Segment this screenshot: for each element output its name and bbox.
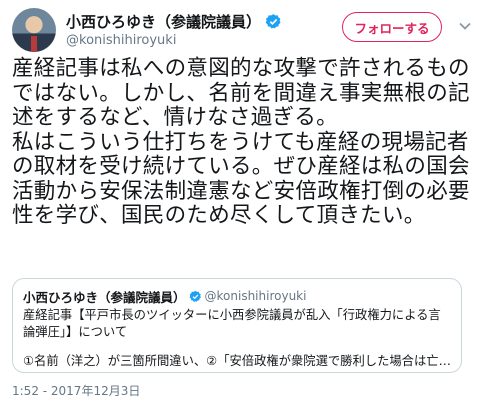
avatar[interactable]: [12, 8, 56, 52]
chevron-down-icon[interactable]: [458, 19, 472, 33]
quoted-tweet-continuation: ①名前（洋之）が三箇所間違い、②「安倍政権が衆院選で勝利した場合は亡命す…: [23, 354, 451, 368]
author-handle[interactable]: @konishihiroyuki: [66, 33, 176, 48]
verified-badge-icon: [265, 13, 281, 29]
tweet-timestamp[interactable]: 1:52 - 2017年12月3日: [12, 382, 140, 399]
avatar-tie-detail: [31, 36, 37, 52]
author-name-row[interactable]: 小西ひろゆき（参議院議員）: [66, 10, 282, 32]
tweet-text: 産経記事は私への意図的な攻撃で許されるものではない。しかし、名前を間違え事実無根…: [12, 56, 470, 228]
tweet-header: 小西ひろゆき（参議院議員） @konishihiroyuki フォローする: [12, 8, 471, 52]
quoted-author-handle: @konishihiroyuki: [204, 289, 307, 303]
quoted-tweet-body: 産経記事【平戸市長のツイッターに小西参院議員が乱入「行政権力による言論弾圧」】に…: [23, 308, 441, 339]
quoted-author-name: 小西ひろゆき（参議院議員）: [23, 289, 186, 305]
follow-button[interactable]: フォローする: [342, 12, 442, 42]
quoted-tweet-header: 小西ひろゆき（参議院議員） @konishihiroyuki: [23, 287, 451, 305]
verified-badge-icon: [189, 290, 201, 302]
quoted-tweet[interactable]: 小西ひろゆき（参議院議員） @konishihiroyuki 産経記事【平戸市長…: [12, 278, 462, 373]
author-name[interactable]: 小西ひろゆき（参議院議員）: [66, 11, 261, 32]
